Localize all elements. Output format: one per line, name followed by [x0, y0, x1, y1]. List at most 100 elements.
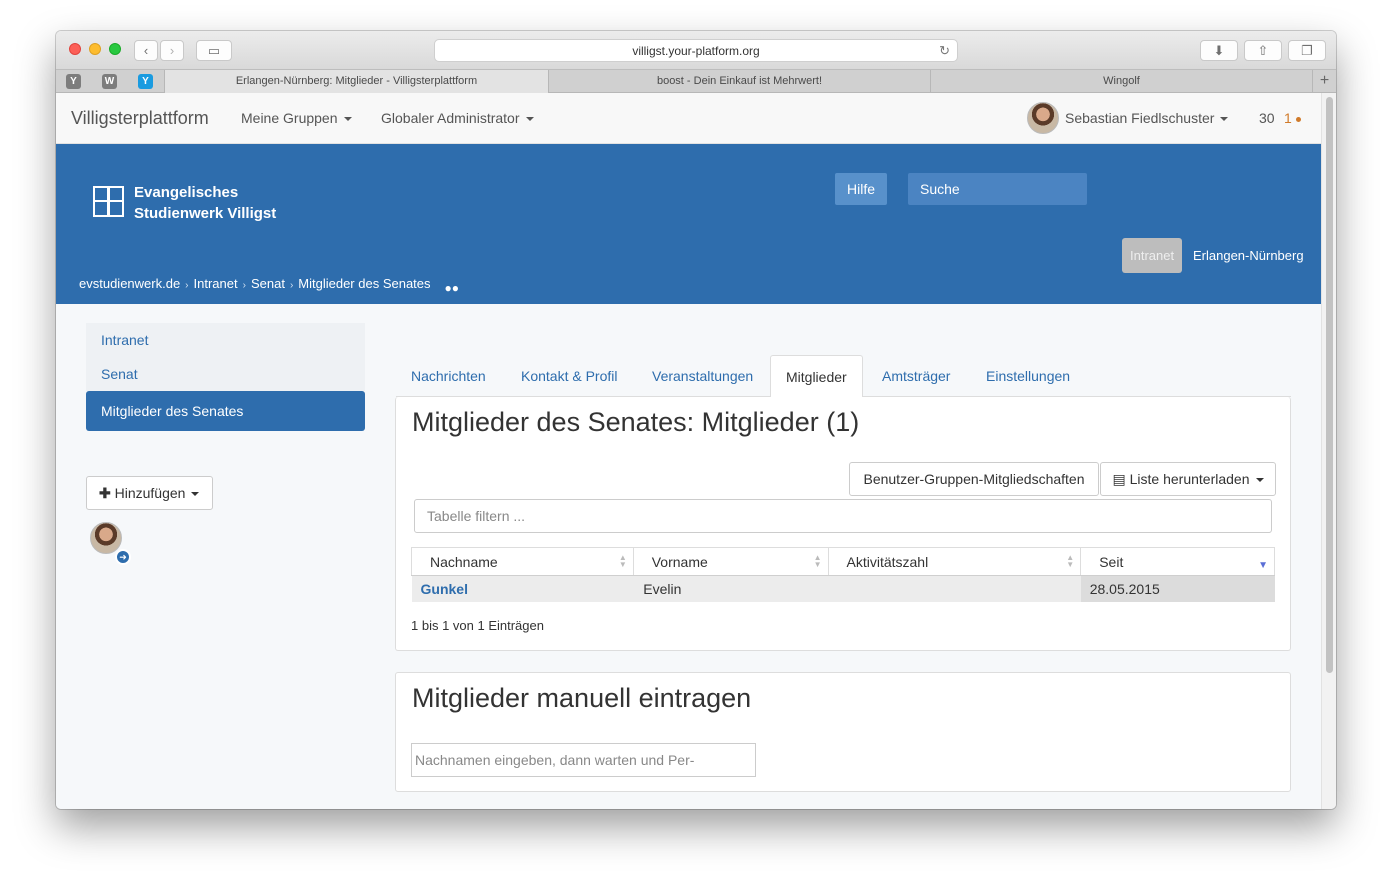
notification-dot-icon [1295, 116, 1301, 122]
column-header-vorname[interactable]: Vorname ▲ ▼ [632, 547, 829, 576]
caret-down-icon [1220, 117, 1229, 122]
column-label: Vorname [651, 553, 708, 570]
breadcrumb-separator-icon: › [242, 280, 246, 291]
browser-window: ‹ › ▭ villigst.your-platform.org ↻ ⬇ ⇧ ❐… [56, 31, 1336, 809]
column-header-nachname[interactable]: Nachname ▲ ▼ [411, 547, 634, 576]
header-banner: Evangelisches Studienwerk Villigst Hilfe… [56, 144, 1321, 304]
member-avatar[interactable] [90, 522, 122, 554]
sidebar-nav: Intranet Senat Mitglieder des Senates [86, 323, 365, 431]
cell-vorname: Evelin [633, 575, 828, 602]
sort-icon: ▲ ▼ [618, 553, 627, 569]
sidebar-item-mitglieder-des-senates[interactable]: Mitglieder des Senates [86, 391, 365, 431]
activity-count[interactable]: 30 [1259, 110, 1275, 126]
caret-down-icon [191, 492, 200, 497]
search-input[interactable]: Suche [908, 173, 1087, 205]
user-menu[interactable]: Sebastian Fiedlschuster [1065, 110, 1229, 126]
menu-global-admin-label: Globaler Administrator [381, 110, 520, 126]
breadcrumb-separator-icon: › [289, 280, 294, 291]
menu-my-groups[interactable]: Meine Gruppen [241, 110, 352, 126]
sidebar-item-intranet[interactable]: Intranet [86, 323, 365, 357]
table-filter-input[interactable]: Tabelle filtern ... [414, 499, 1272, 533]
list-icon: ▤ [1112, 471, 1126, 487]
members-table: Nachname ▲ ▼ Vorname ▲ ▼ Aktivitätszahl ▲ ▼ Se… [411, 547, 1275, 602]
surname-input[interactable]: Nachnamen eingeben, dann warten und Per- [411, 743, 756, 777]
title-bar: ‹ › ▭ villigst.your-platform.org ↻ ⬇ ⇧ ❐ [56, 31, 1336, 69]
scrollbar-thumb[interactable] [1326, 97, 1333, 673]
manual-entry-title: Mitglieder manuell eintragen [412, 683, 752, 713]
add-button-label: Hinzufügen [114, 485, 186, 501]
minimize-window-button[interactable] [89, 43, 101, 55]
caret-down-icon [343, 117, 352, 122]
group-members-icon[interactable]: ●● [445, 281, 460, 295]
members-panel: Mitglieder des Senates: Mitglieder (1) B… [395, 397, 1291, 651]
tab-amtstraeger[interactable]: Amtsträger [867, 355, 965, 397]
pill-intranet[interactable]: Intranet [1122, 238, 1183, 273]
new-tab-icon[interactable]: + [1312, 70, 1336, 93]
breadcrumb-item[interactable]: evstudienwerk.de [79, 276, 180, 291]
sort-icon: ▲ ▼ [1066, 553, 1075, 569]
download-list-button[interactable]: ▤ Liste herunterladen [1100, 462, 1276, 496]
column-label: Seit [1099, 553, 1124, 570]
downloads-icon[interactable]: ⬇ [1200, 40, 1238, 61]
tab-nachrichten[interactable]: Nachrichten [396, 355, 501, 397]
breadcrumb: evstudienwerk.de › Intranet › Senat › Mitglied… [79, 276, 459, 295]
browser-tab[interactable]: Wingolf [930, 70, 1312, 93]
notifications-indicator[interactable]: 1 [1284, 110, 1301, 126]
pill-erlangen-nuernberg[interactable]: Erlangen-Nürnberg [1185, 238, 1312, 273]
column-label: Nachname [430, 553, 498, 570]
share-icon[interactable]: ⇧ [1244, 40, 1282, 61]
favorite-y-icon[interactable]: Y [138, 74, 153, 89]
user-name: Sebastian Fiedlschuster [1065, 110, 1215, 126]
user-avatar[interactable] [1027, 102, 1059, 134]
breadcrumb-item[interactable]: Mitglieder des Senates [298, 276, 430, 291]
back-button[interactable]: ‹ [134, 40, 158, 61]
plus-icon: ✚ [99, 485, 111, 501]
column-header-seit[interactable]: Seit ▼ [1080, 547, 1275, 576]
reload-icon[interactable]: ↻ [939, 40, 950, 62]
close-window-button[interactable] [69, 43, 81, 55]
breadcrumb-separator-icon: › [185, 280, 189, 291]
add-button[interactable]: ✚ Hinzufügen [86, 476, 213, 510]
scrollbar[interactable] [1321, 93, 1336, 809]
tabs-overview-icon[interactable]: ❐ [1288, 40, 1326, 61]
column-header-aktivitaetszahl[interactable]: Aktivitätszahl ▲ ▼ [827, 547, 1082, 576]
member-link[interactable]: Gunkel [421, 581, 468, 597]
villigst-logo-icon[interactable] [93, 186, 124, 217]
sidebar-toggle-icon[interactable]: ▭ [196, 40, 232, 61]
zoom-window-button[interactable] [109, 43, 121, 55]
web-page: Villigsterplattform Meine Gruppen Global… [56, 93, 1321, 809]
sidebar-item-senat[interactable]: Senat [86, 357, 365, 391]
tab-mitglieder[interactable]: Mitglieder [770, 355, 863, 398]
cell-seit: 28.05.2015 [1080, 575, 1275, 602]
breadcrumb-item[interactable]: Senat [251, 276, 285, 291]
help-button[interactable]: Hilfe [835, 173, 887, 205]
table-info: 1 bis 1 von 1 Einträgen [411, 618, 544, 633]
tab-einstellungen[interactable]: Einstellungen [971, 355, 1085, 397]
table-row: Gunkel Evelin 28.05.2015 [411, 575, 1275, 602]
manual-entry-panel: Mitglieder manuell eintragen Nachnamen e… [395, 672, 1291, 792]
memberships-button[interactable]: Benutzer-Gruppen-Mitgliedschaften [849, 462, 1099, 496]
address-bar[interactable]: villigst.your-platform.org ↻ [434, 39, 958, 62]
tab-veranstaltungen[interactable]: Veranstaltungen [637, 355, 768, 397]
logo-text[interactable]: Evangelisches Studienwerk Villigst [134, 182, 276, 224]
content-tabs: Nachrichten Kontakt & Profil Veranstaltu… [396, 355, 1291, 398]
cell-nachname: Gunkel [411, 575, 634, 602]
brand-link[interactable]: Villigsterplattform [71, 108, 209, 129]
arrow-right-circle-icon[interactable]: ➜ [115, 549, 131, 565]
download-list-label: Liste herunterladen [1129, 471, 1250, 487]
favorite-yammer-icon[interactable]: Y [66, 74, 81, 89]
logo-line-2: Studienwerk Villigst [134, 205, 277, 222]
menu-global-admin[interactable]: Globaler Administrator [381, 110, 534, 126]
cell-aktivitaetszahl [828, 575, 1081, 602]
browser-tab[interactable]: boost - Dein Einkauf ist Mehrwert! [548, 70, 930, 93]
members-title: Mitglieder des Senates: Mitglieder (1) [412, 407, 860, 437]
top-navbar: Villigsterplattform Meine Gruppen Global… [56, 93, 1321, 144]
forward-button[interactable]: › [160, 40, 184, 61]
tab-kontakt-profil[interactable]: Kontakt & Profil [506, 355, 633, 397]
sort-icon: ▲ ▼ [813, 553, 822, 569]
notifications-count: 1 [1284, 110, 1292, 126]
menu-my-groups-label: Meine Gruppen [241, 110, 338, 126]
browser-tab-active[interactable]: Erlangen-Nürnberg: Mitglieder - Villigst… [164, 70, 548, 93]
breadcrumb-item[interactable]: Intranet [194, 276, 238, 291]
favorite-wiki-icon[interactable]: W [102, 74, 117, 89]
